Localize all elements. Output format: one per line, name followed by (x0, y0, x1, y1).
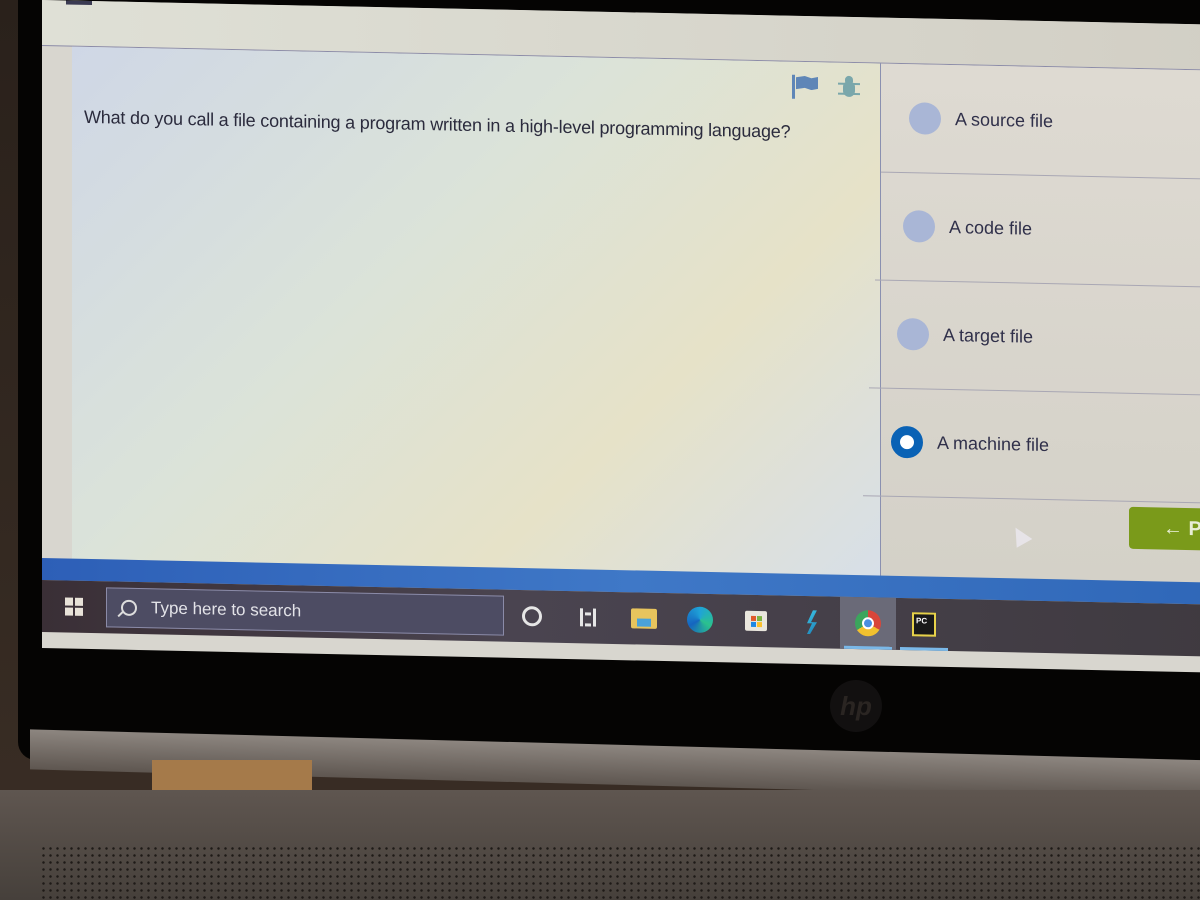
radio-button[interactable] (897, 317, 929, 351)
question-text: What do you call a file containing a pro… (84, 106, 791, 142)
radio-button-selected[interactable] (891, 425, 923, 459)
edge-button[interactable] (672, 593, 728, 646)
cortana-button[interactable] (504, 590, 560, 643)
answer-label: A source file (955, 108, 1054, 131)
file-explorer-button[interactable] (616, 592, 672, 645)
header-mark (66, 0, 92, 6)
search-placeholder: Type here to search (151, 598, 302, 621)
windows-logo-icon (65, 597, 83, 616)
answer-option-source-file[interactable]: A source file (881, 63, 1200, 181)
answer-options: A source file A code file A target file … (863, 63, 1200, 584)
chrome-icon (855, 610, 881, 637)
mouse-cursor-icon (1007, 523, 1033, 548)
laptop-screen: What do you call a file containing a pro… (42, 0, 1200, 673)
cortana-icon (522, 606, 542, 627)
store-icon (745, 610, 767, 632)
pycharm-button[interactable]: PC (896, 598, 952, 651)
radio-button[interactable] (903, 210, 935, 243)
question-panel: What do you call a file containing a pro… (72, 46, 881, 576)
navigation-area: ← P (881, 496, 1200, 584)
bug-icon[interactable] (838, 75, 860, 99)
file-explorer-icon (631, 608, 657, 629)
hp-logo: hp (830, 680, 882, 732)
app-button[interactable] (784, 596, 840, 649)
question-tools (792, 74, 860, 99)
store-button[interactable] (728, 594, 784, 647)
taskbar-search-box[interactable]: Type here to search (106, 587, 504, 636)
answer-option-machine-file[interactable]: A machine file (863, 387, 1200, 504)
answer-label: A target file (943, 324, 1034, 347)
answer-label: A machine file (937, 432, 1050, 455)
speaker-grille (40, 845, 1200, 900)
answer-label: A code file (949, 216, 1033, 239)
edge-icon (687, 606, 713, 634)
task-view-button[interactable] (560, 591, 616, 644)
chrome-button[interactable] (840, 596, 896, 650)
previous-button[interactable]: ← P (1129, 506, 1200, 552)
app-icon (807, 610, 817, 634)
radio-button[interactable] (909, 102, 941, 135)
search-icon (121, 599, 137, 616)
flag-icon[interactable] (792, 74, 820, 99)
pycharm-icon: PC (912, 612, 936, 637)
answer-option-code-file[interactable]: A code file (875, 171, 1200, 288)
task-view-icon (580, 608, 596, 627)
start-button[interactable] (42, 580, 106, 633)
answer-option-target-file[interactable]: A target file (869, 279, 1200, 396)
